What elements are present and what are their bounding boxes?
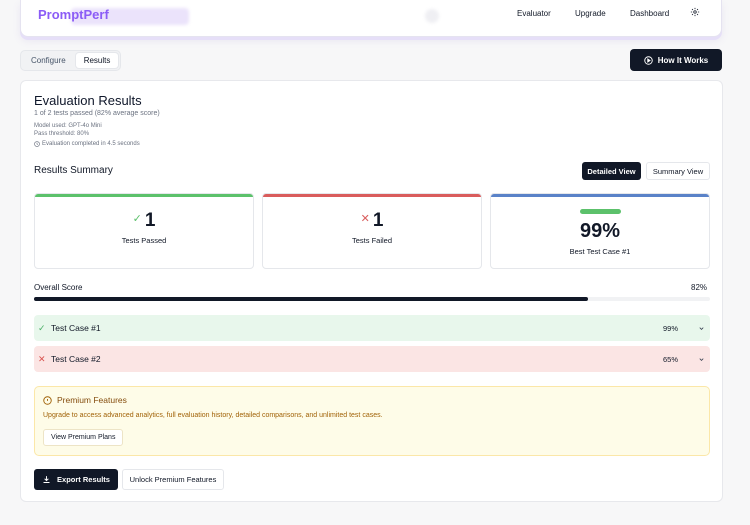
tests-passed-card: ✓ 1 Tests Passed [34,193,254,269]
detailed-view-button[interactable]: Detailed View [582,162,641,180]
chevron-down-icon[interactable] [692,350,710,368]
top-navigation-bar [20,0,722,37]
view-tabs: Configure Results [20,50,122,71]
premium-title: Premium Features [43,395,127,405]
failed-count: 1 [372,210,384,231]
passed-count: 1 [144,210,156,231]
best-test-label: Best Test Case #1 [569,247,631,256]
completed-text: Evaluation completed in 4.5 seconds [42,141,140,147]
overall-score-fill [34,297,589,301]
clock-icon [34,141,40,147]
model-used: Model used: GPT-4o Mini [34,123,102,129]
test-case-score: 99% [662,323,678,333]
completed-line: Evaluation completed in 4.5 seconds [34,141,140,147]
brand-logo[interactable]: PromptPerf [38,7,109,22]
nav-evaluator[interactable]: Evaluator [517,9,551,18]
x-icon: ✕ [38,353,46,364]
summary-view-button[interactable]: Summary View [646,162,710,180]
nav-dashboard[interactable]: Dashboard [630,9,669,18]
tab-configure[interactable]: Configure [23,53,74,68]
chevron-down-icon[interactable] [692,319,710,337]
premium-features-box: Premium Features Upgrade to access advan… [34,386,710,456]
results-summary-title: Results Summary [34,165,113,176]
view-premium-plans-button[interactable]: View Premium Plans [43,429,124,446]
best-score-value: 99% [579,220,621,242]
tests-failed-card: ✕ 1 Tests Failed [262,193,482,269]
overall-score-value: 82% [691,283,708,292]
best-test-card: 99% Best Test Case #1 [490,193,710,269]
test-case-score: 65% [662,354,678,364]
how-it-works-label: How It Works [657,55,709,65]
how-it-works-button[interactable]: How It Works [630,49,722,71]
pass-threshold: Pass threshold: 80% [34,131,90,137]
blurred-header-dot [425,9,439,23]
unlock-premium-button[interactable]: Unlock Premium Features [122,469,224,490]
test-case-row[interactable]: ✓ Test Case #1 99% [34,315,710,341]
tests-failed-value: ✕ 1 [263,210,481,232]
download-icon [43,476,50,483]
page-title: Evaluation Results [34,93,142,108]
evaluation-results-card: Evaluation Results 1 of 2 tests passed (… [20,80,723,502]
premium-title-text: Premium Features [57,395,127,405]
gear-icon[interactable] [690,7,700,17]
test-case-row[interactable]: ✕ Test Case #2 65% [34,346,710,372]
passed-accent-bar [35,194,253,197]
overall-score-progress [34,297,710,301]
check-icon: ✓ [38,322,46,333]
x-icon: ✕ [360,213,370,225]
test-case-name: Test Case #1 [51,323,101,333]
check-icon: ✓ [132,213,142,225]
export-label: Export Results [57,475,110,484]
best-score-pill [580,209,621,214]
failed-accent-bar [263,194,481,197]
nav-upgrade[interactable]: Upgrade [575,9,606,18]
play-circle-icon [644,55,653,65]
tests-passed-value: ✓ 1 [35,210,253,232]
export-results-button[interactable]: Export Results [34,469,118,490]
tests-passed-label: Tests Passed [121,236,167,245]
premium-description: Upgrade to access advanced analytics, fu… [43,412,383,419]
tests-failed-label: Tests Failed [351,236,393,245]
test-case-name: Test Case #2 [51,354,101,364]
info-circle-icon [43,395,52,405]
best-accent-bar [491,194,709,197]
tab-results[interactable]: Results [75,53,119,68]
overall-score-label: Overall Score [34,283,83,292]
summary-line: 1 of 2 tests passed (82% average score) [34,110,160,117]
